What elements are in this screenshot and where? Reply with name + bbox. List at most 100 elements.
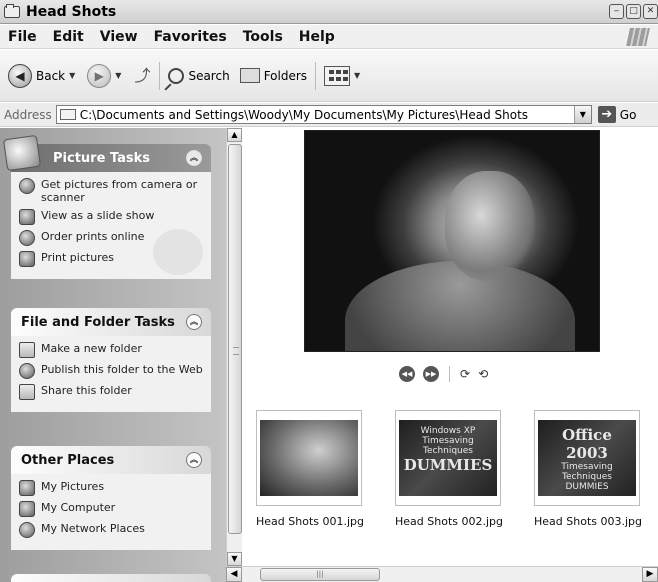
- toolbar-separator: [315, 61, 317, 90]
- thumbnail-frame: Windows XP Timesaving Techniques DUMMIES: [395, 410, 501, 506]
- task-label: Order prints online: [41, 230, 145, 243]
- task-label: Publish this folder to the Web: [41, 363, 203, 376]
- forward-button[interactable]: ▶ ▼: [87, 63, 121, 88]
- thumbnail-frame: Office 2003 Timesaving Techniques DUMMIE…: [534, 410, 640, 506]
- collapse-icon[interactable]: ︽: [186, 150, 202, 166]
- previous-image-icon[interactable]: ◀◀: [399, 366, 415, 382]
- back-button[interactable]: ◀ Back ▼: [8, 63, 75, 88]
- picture-tasks-body: Get pictures from camera or scanner View…: [11, 172, 211, 279]
- task-print-pictures[interactable]: Print pictures: [19, 251, 205, 267]
- scroll-up-button[interactable]: ▲: [227, 128, 242, 142]
- book-subtitle-line: Timesaving Techniques: [422, 436, 474, 456]
- file-folder-tasks-header[interactable]: File and Folder Tasks ︽: [11, 308, 211, 336]
- folders-icon: [239, 68, 260, 83]
- address-dropdown-button[interactable]: ▼: [573, 106, 591, 123]
- menu-help[interactable]: Help: [291, 29, 343, 45]
- file-folder-tasks-title: File and Folder Tasks: [21, 314, 175, 330]
- address-field[interactable]: C:\Documents and Settings\Woody\My Docum…: [55, 105, 592, 124]
- window-controls: ‒ □ ✕: [609, 4, 658, 19]
- menu-file[interactable]: File: [0, 29, 45, 45]
- place-label: My Network Places: [41, 522, 145, 535]
- picture-tasks-badge-icon: [2, 134, 42, 172]
- my-pictures-icon: [19, 480, 35, 496]
- collapse-icon[interactable]: ︽: [186, 452, 202, 468]
- thumbnail-item[interactable]: Office 2003 Timesaving Techniques DUMMIE…: [534, 410, 650, 528]
- address-bar: Address C:\Documents and Settings\Woody\…: [0, 103, 658, 127]
- task-pane: Picture Tasks ︽ Get pictures from camera…: [0, 128, 226, 582]
- back-dropdown-icon[interactable]: ▼: [69, 71, 75, 80]
- thumbnail-item[interactable]: Windows XP Timesaving Techniques DUMMIES…: [395, 410, 511, 528]
- go-arrow-icon[interactable]: ➔: [597, 106, 616, 123]
- scroll-left-button[interactable]: ◀: [226, 567, 242, 582]
- menu-view[interactable]: View: [92, 29, 146, 45]
- address-label: Address: [4, 107, 52, 122]
- toolbar: ◀ Back ▼ ▶ ▼ ⤴ Search Folders ▼: [0, 50, 658, 102]
- next-image-icon[interactable]: ▶▶: [423, 366, 439, 382]
- collapse-icon[interactable]: ︽: [186, 314, 202, 330]
- address-path: C:\Documents and Settings\Woody\My Docum…: [79, 107, 529, 122]
- menu-favorites[interactable]: Favorites: [146, 29, 235, 45]
- book-title-line: Windows XP: [420, 426, 476, 436]
- task-share-folder[interactable]: Share this folder: [19, 384, 205, 400]
- preview-image: [304, 130, 600, 352]
- other-places-panel: Other Places ︽ My Pictures My Computer M…: [11, 446, 211, 550]
- printer-icon: [19, 251, 35, 267]
- up-folder-button[interactable]: ⤴: [133, 65, 151, 85]
- folder-icon: [59, 109, 76, 120]
- forward-dropdown-icon[interactable]: ▼: [115, 71, 121, 80]
- scroll-right-button[interactable]: ▶: [642, 567, 658, 582]
- horizontal-scrollbar-thumb[interactable]: |||: [260, 568, 380, 581]
- views-button[interactable]: ▼: [324, 65, 360, 86]
- thumbnail-caption: Head Shots 003.jpg: [534, 515, 642, 528]
- rotate-clockwise-icon[interactable]: ⟳: [460, 367, 470, 381]
- place-label: My Computer: [41, 501, 116, 514]
- folders-button[interactable]: Folders: [239, 68, 307, 83]
- task-label: Get pictures from camera or scanner: [41, 178, 198, 204]
- scrollbar-thumb[interactable]: [228, 144, 242, 534]
- other-places-header[interactable]: Other Places ︽: [11, 446, 211, 474]
- menu-tools[interactable]: Tools: [235, 29, 291, 45]
- place-my-computer[interactable]: My Computer: [19, 501, 205, 517]
- details-panel-header[interactable]: [11, 574, 211, 582]
- thumbnail-caption: Head Shots 001.jpg: [256, 515, 364, 528]
- maximize-button[interactable]: □: [626, 4, 641, 19]
- views-icon: [324, 65, 351, 86]
- task-new-folder[interactable]: Make a new folder: [19, 342, 205, 358]
- picture-tasks-header[interactable]: Picture Tasks ︽: [2, 134, 211, 172]
- go-button[interactable]: Go: [620, 108, 637, 122]
- task-get-pictures[interactable]: Get pictures from camera or scanner: [19, 178, 205, 204]
- forward-arrow-icon: ▶: [87, 63, 112, 88]
- preview-controls: ◀◀ ▶▶ ⟳ ⟲: [399, 366, 488, 382]
- share-folder-icon: [19, 384, 35, 400]
- place-my-network[interactable]: My Network Places: [19, 522, 205, 538]
- book-title-line: Office 2003: [562, 426, 612, 462]
- place-my-pictures[interactable]: My Pictures: [19, 480, 205, 496]
- scroll-down-button[interactable]: ▼: [227, 552, 242, 566]
- task-label: Share this folder: [41, 384, 132, 397]
- back-arrow-icon: ◀: [8, 63, 32, 88]
- book-brand-line: DUMMIES: [565, 482, 609, 492]
- task-pane-scrollbar[interactable]: ▲ ▼: [226, 128, 242, 566]
- thumbnail-image: Windows XP Timesaving Techniques DUMMIES: [399, 420, 497, 496]
- task-order-prints[interactable]: Order prints online: [19, 230, 205, 246]
- horizontal-scrollbar[interactable]: ◀ ||| ▶: [226, 566, 658, 582]
- views-dropdown-icon[interactable]: ▼: [354, 71, 360, 80]
- thumbnail-image: [260, 420, 358, 496]
- task-label: Print pictures: [41, 251, 114, 264]
- up-folder-icon: ⤴: [134, 65, 151, 85]
- menu-edit[interactable]: Edit: [45, 29, 92, 45]
- globe-icon: [19, 230, 35, 246]
- thumbnail-item[interactable]: Head Shots 001.jpg: [256, 410, 372, 528]
- close-button[interactable]: ✕: [643, 4, 658, 19]
- folder-icon: [4, 3, 20, 18]
- task-publish-web[interactable]: Publish this folder to the Web: [19, 363, 205, 379]
- minimize-button[interactable]: ‒: [609, 4, 624, 19]
- other-places-title: Other Places: [21, 452, 115, 468]
- search-button[interactable]: Search: [168, 67, 230, 84]
- task-slide-show[interactable]: View as a slide show: [19, 209, 205, 225]
- picture-tasks-title: Picture Tasks: [53, 150, 150, 166]
- file-folder-tasks-panel: File and Folder Tasks ︽ Make a new folde…: [11, 308, 211, 412]
- book-brand-line: DUMMIES: [403, 456, 493, 474]
- rotate-counterclockwise-icon[interactable]: ⟲: [478, 367, 488, 381]
- new-folder-icon: [19, 342, 35, 358]
